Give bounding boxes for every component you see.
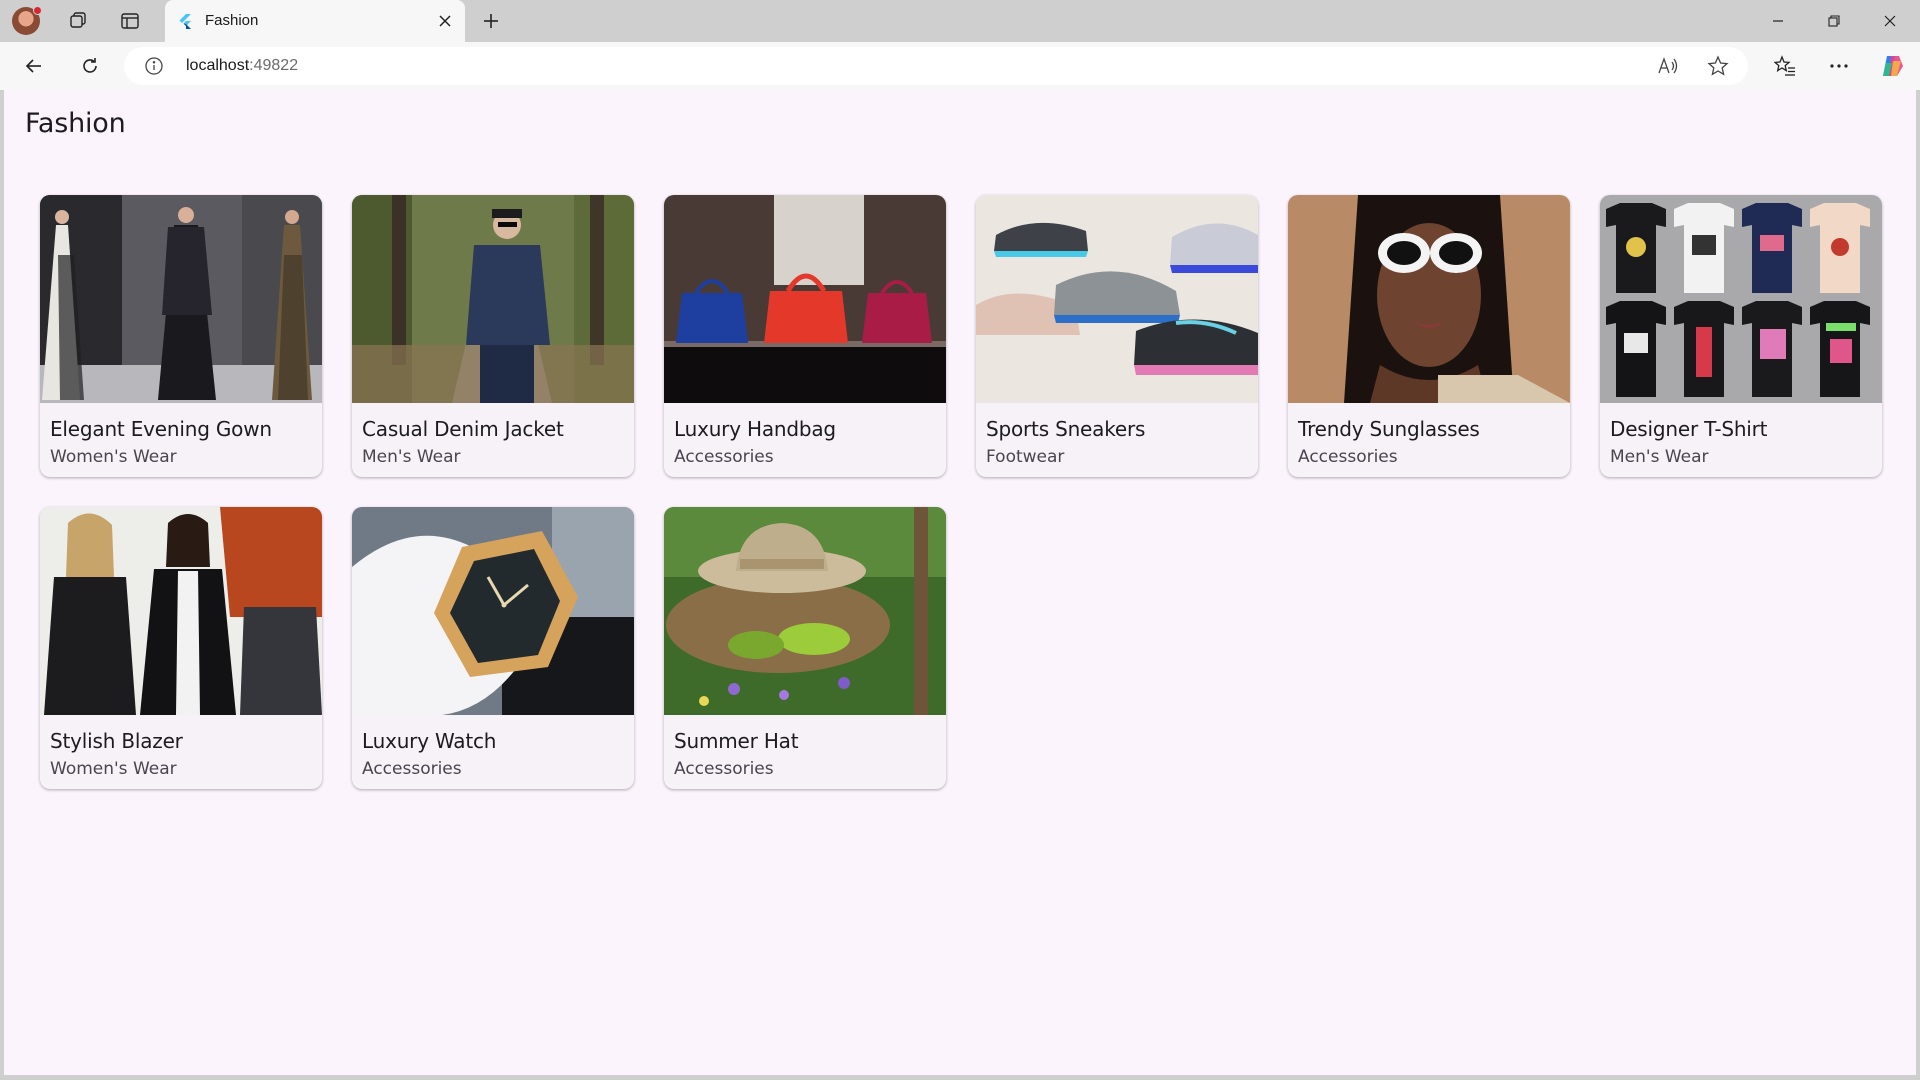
favorite-star-icon[interactable] bbox=[1704, 53, 1732, 79]
product-card[interactable]: Summer Hat Accessories bbox=[664, 507, 946, 789]
product-category: Accessories bbox=[674, 759, 774, 779]
tab-close-icon[interactable] bbox=[433, 9, 457, 33]
product-card[interactable]: Luxury Watch Accessories bbox=[352, 507, 634, 789]
product-name: Designer T-Shirt bbox=[1610, 417, 1768, 441]
more-options-icon[interactable] bbox=[1821, 50, 1857, 82]
product-name: Trendy Sunglasses bbox=[1298, 417, 1480, 441]
women-blazers-image bbox=[40, 507, 322, 715]
product-category: Footwear bbox=[986, 447, 1065, 467]
product-card[interactable]: Designer T-Shirt Men's Wear bbox=[1600, 195, 1882, 477]
close-window-icon[interactable] bbox=[1862, 0, 1918, 42]
product-card[interactable]: Casual Denim Jacket Men's Wear bbox=[352, 195, 634, 477]
workspaces-icon[interactable] bbox=[60, 6, 96, 36]
product-category: Women's Wear bbox=[50, 447, 177, 467]
product-card[interactable]: Elegant Evening Gown Women's Wear bbox=[40, 195, 322, 477]
product-grid: Elegant Evening Gown Women's Wear Casual… bbox=[40, 195, 1882, 789]
restore-icon[interactable] bbox=[1806, 0, 1862, 42]
flutter-favicon-icon bbox=[177, 13, 193, 29]
product-name: Sports Sneakers bbox=[986, 417, 1146, 441]
tab-title: Fashion bbox=[205, 12, 259, 29]
page-content: Fashion Elegant Evening Gown Women's Wea… bbox=[4, 90, 1916, 1075]
product-card[interactable]: Stylish Blazer Women's Wear bbox=[40, 507, 322, 789]
notification-dot bbox=[33, 6, 42, 15]
new-tab-icon[interactable] bbox=[475, 6, 507, 36]
product-category: Women's Wear bbox=[50, 759, 177, 779]
product-category: Men's Wear bbox=[362, 447, 461, 467]
product-card[interactable]: Sports Sneakers Footwear bbox=[976, 195, 1258, 477]
product-category: Accessories bbox=[674, 447, 774, 467]
printed-tshirts-image bbox=[1600, 195, 1882, 403]
handbags-shelf-image bbox=[664, 195, 946, 403]
product-name: Casual Denim Jacket bbox=[362, 417, 564, 441]
running-shoes-image bbox=[976, 195, 1258, 403]
product-card[interactable]: Trendy Sunglasses Accessories bbox=[1288, 195, 1570, 477]
straw-hat-garden-image bbox=[664, 507, 946, 715]
url-port: :49822 bbox=[249, 57, 299, 74]
tab-fashion[interactable]: Fashion bbox=[165, 0, 465, 42]
reload-icon[interactable] bbox=[72, 50, 108, 82]
browser-titlebar: Fashion bbox=[0, 0, 1920, 42]
page-title: Fashion bbox=[25, 108, 126, 139]
gold-watch-image bbox=[352, 507, 634, 715]
man-denim-park-image bbox=[352, 195, 634, 403]
product-card[interactable]: Luxury Handbag Accessories bbox=[664, 195, 946, 477]
url-text[interactable]: localhost:49822 bbox=[186, 57, 298, 75]
info-icon[interactable] bbox=[144, 56, 164, 76]
woman-white-sunglasses-image bbox=[1288, 195, 1570, 403]
product-category: Accessories bbox=[1298, 447, 1398, 467]
favorites-icon[interactable] bbox=[1767, 50, 1803, 82]
vertical-tabs-icon[interactable] bbox=[112, 6, 148, 36]
product-name: Luxury Handbag bbox=[674, 417, 836, 441]
window-bottom-border bbox=[0, 1075, 1920, 1080]
copilot-icon[interactable] bbox=[1875, 50, 1911, 82]
product-category: Men's Wear bbox=[1610, 447, 1709, 467]
minimize-icon[interactable] bbox=[1750, 0, 1806, 42]
product-name: Stylish Blazer bbox=[50, 729, 183, 753]
runway-gowns-image bbox=[40, 195, 322, 403]
product-name: Elegant Evening Gown bbox=[50, 417, 272, 441]
back-icon[interactable] bbox=[16, 50, 52, 82]
product-name: Luxury Watch bbox=[362, 729, 497, 753]
read-aloud-icon[interactable] bbox=[1654, 53, 1682, 79]
product-name: Summer Hat bbox=[674, 729, 799, 753]
address-bar[interactable]: localhost:49822 bbox=[124, 47, 1748, 85]
product-category: Accessories bbox=[362, 759, 462, 779]
url-host: localhost bbox=[186, 57, 250, 74]
browser-toolbar: localhost:49822 bbox=[0, 42, 1920, 90]
